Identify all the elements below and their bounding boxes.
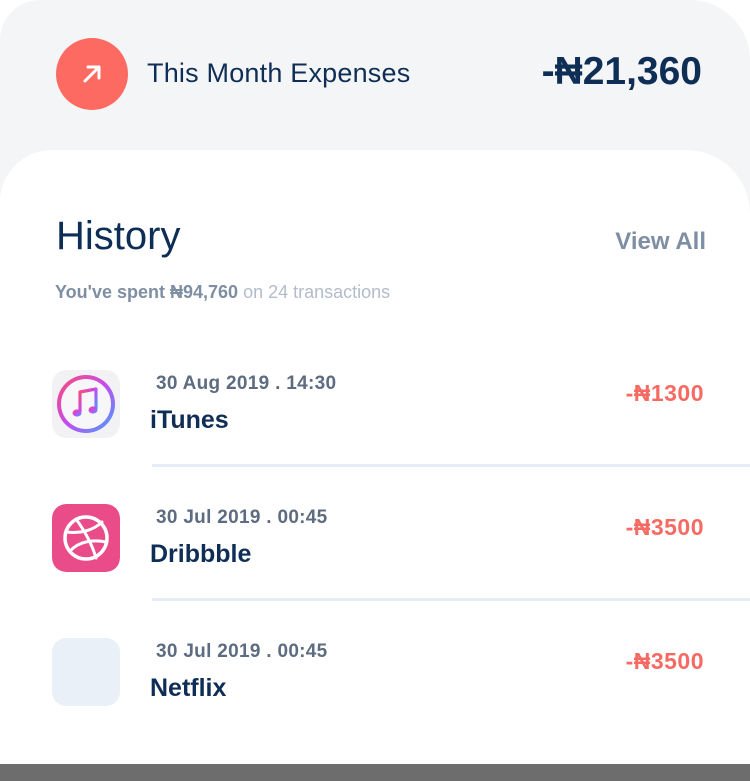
transaction-date: 30 Jul 2019 . 00:45 xyxy=(156,641,328,662)
transaction-name: Netflix xyxy=(150,674,227,702)
transaction-row[interactable]: 30 Jul 2019 . 00:45 Dribbble -₦3500 xyxy=(0,466,750,601)
spent-amount: ₦94,760 xyxy=(169,282,239,302)
arrow-up-right-icon xyxy=(56,38,128,110)
history-card: History View All You've spent ₦94,760 on… xyxy=(0,150,750,764)
expenses-screen: This Month Expenses -₦21,360 History Vie… xyxy=(0,0,750,781)
itunes-icon xyxy=(52,370,120,438)
dribbble-icon xyxy=(52,504,120,572)
summary-label: This Month Expenses xyxy=(147,58,411,88)
transaction-amount: -₦1300 xyxy=(625,380,704,406)
spent-prefix: You've spent xyxy=(55,282,165,302)
transaction-amount: -₦3500 xyxy=(625,648,704,674)
transaction-name: Dribbble xyxy=(150,540,252,568)
transaction-date: 30 Aug 2019 . 14:30 xyxy=(156,373,337,394)
bottom-bar xyxy=(0,764,750,781)
spent-suffix: on 24 transactions xyxy=(243,282,391,302)
netflix-icon xyxy=(52,638,120,706)
spent-summary: You've spent ₦94,760 on 24 transactions xyxy=(55,282,390,303)
transaction-row[interactable]: 30 Jul 2019 . 00:45 Netflix -₦3500 xyxy=(0,600,750,734)
view-all-link[interactable]: View All xyxy=(615,228,706,256)
transaction-date: 30 Jul 2019 . 00:45 xyxy=(156,507,328,528)
history-title: History xyxy=(56,214,181,258)
transaction-row[interactable]: 30 Aug 2019 . 14:30 iTunes -₦1300 xyxy=(0,332,750,467)
summary-amount: -₦21,360 xyxy=(541,50,702,93)
transaction-amount: -₦3500 xyxy=(625,514,704,540)
transaction-name: iTunes xyxy=(150,406,229,434)
